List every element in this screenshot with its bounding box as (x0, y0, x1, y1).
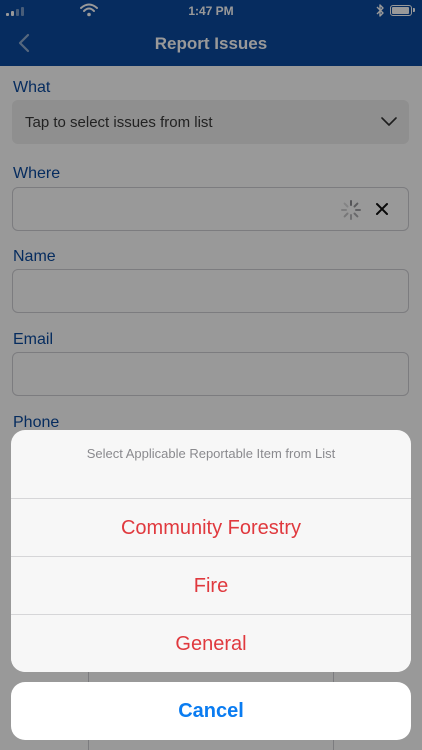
option-community-forestry[interactable]: Community Forestry (11, 498, 411, 556)
report-issues-screen: 1:47 PM Report Issues What Tap to select… (0, 0, 422, 750)
option-general[interactable]: General (11, 614, 411, 672)
option-fire[interactable]: Fire (11, 556, 411, 614)
action-sheet-title: Select Applicable Reportable Item from L… (11, 430, 411, 498)
action-sheet-title-text: Select Applicable Reportable Item from L… (86, 446, 336, 461)
cancel-button[interactable]: Cancel (11, 682, 411, 740)
action-sheet: Select Applicable Reportable Item from L… (11, 430, 411, 672)
